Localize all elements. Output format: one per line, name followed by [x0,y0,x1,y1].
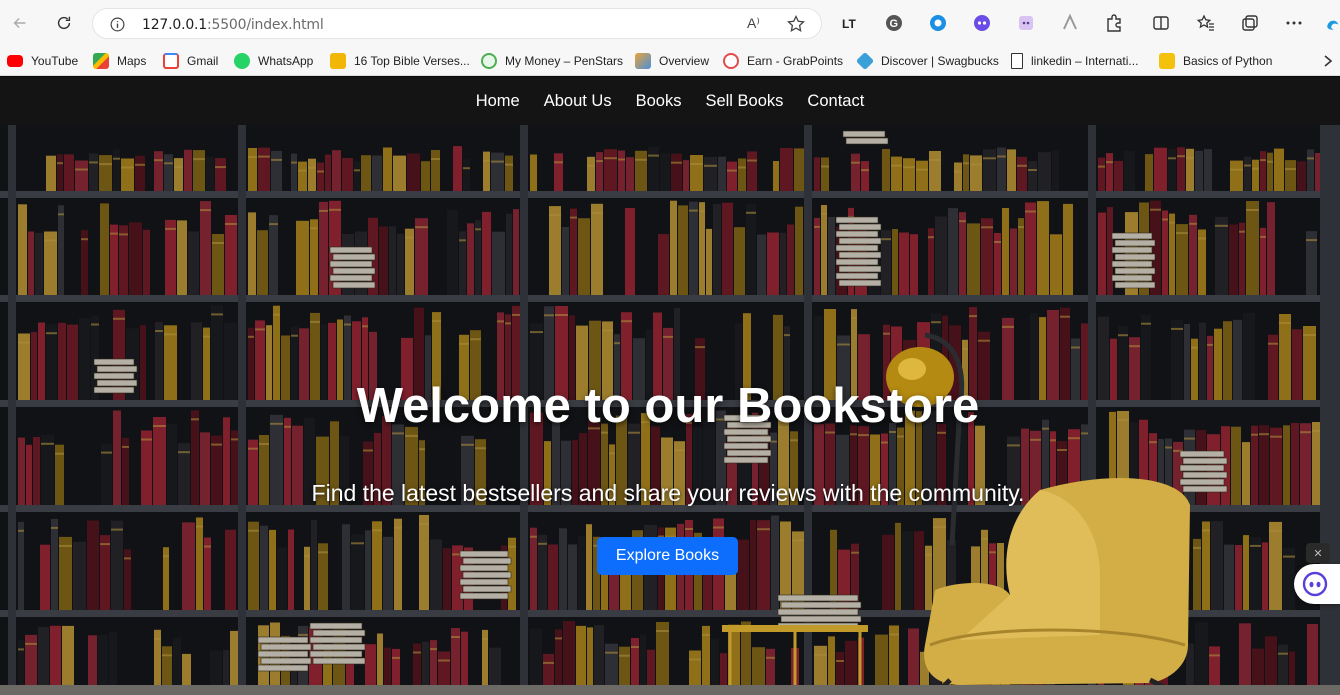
url-text: 127.0.0.1:5500/index.html [142,17,324,33]
edge-sidebar-icon[interactable] [1324,13,1340,33]
browser-toolbar: 127.0.0.1:5500/index.html A⁾ LT G [0,0,1340,46]
bible-verses-icon [330,53,346,69]
extension-grammarly-icon[interactable]: G [884,13,904,33]
bookmark-overview[interactable]: Overview [635,51,709,71]
bookmark-basics-python[interactable]: Basics of Python [1159,51,1272,71]
nav-home[interactable]: Home [476,92,520,111]
refresh-button[interactable] [50,9,78,37]
back-arrow-icon [13,17,26,29]
info-icon[interactable] [109,16,126,33]
bookmark-youtube[interactable]: YouTube [7,51,78,71]
bookmark-whatsapp[interactable]: WhatsApp [234,51,313,71]
explore-books-button[interactable]: Explore Books [597,537,738,575]
widget-close-icon[interactable]: ✕ [1306,543,1330,563]
overview-icon [635,53,651,69]
more-options-icon[interactable] [1284,13,1304,33]
favorite-star-icon[interactable] [786,14,806,34]
bookmark-maps[interactable]: Maps [93,51,146,71]
bookmark-gmail[interactable]: Gmail [163,51,218,71]
copilot-face-icon [1302,571,1328,597]
bookmarks-bar: YouTube Maps Gmail WhatsApp 16 Top Bible… [0,46,1340,76]
bookmark-bible-verses[interactable]: 16 Top Bible Verses... [330,51,470,71]
site-navbar: Home About Us Books Sell Books Contact [0,77,1340,125]
nav-sell-books[interactable]: Sell Books [705,92,783,111]
bookmark-swagbucks[interactable]: Discover | Swagbucks [855,51,999,71]
svg-text:G: G [890,18,899,30]
whatsapp-icon [234,53,250,69]
maps-icon [93,53,109,69]
nav-about-us[interactable]: About Us [544,92,612,111]
collections-icon[interactable] [1240,13,1260,33]
hero-subtitle: Find the latest bestsellers and share yo… [311,480,1025,506]
split-screen-icon[interactable] [1151,13,1171,33]
extension-lt-icon[interactable]: LT [840,13,860,33]
bookmark-penstars[interactable]: My Money – PenStars [481,51,623,71]
bookmark-linkedin[interactable]: linkedin – Internati... [1011,51,1138,71]
grabpoints-icon [723,53,739,69]
bookmark-grabpoints[interactable]: Earn - GrabPoints [723,51,843,71]
svg-text:LT: LT [842,17,856,31]
penstars-icon [481,53,497,69]
read-aloud-icon[interactable]: A⁾ [747,15,760,32]
swagbucks-icon [855,51,875,71]
back-button[interactable] [6,9,34,37]
extensions-puzzle-icon[interactable] [1104,13,1124,33]
nav-contact[interactable]: Contact [807,92,864,111]
hero-title: Welcome to our Bookstore [356,379,980,433]
extension-blue-icon[interactable] [928,13,948,33]
extension-arrow-icon[interactable] [1060,13,1080,33]
address-bar[interactable]: 127.0.0.1:5500/index.html A⁾ [92,8,822,39]
nav-books[interactable]: Books [636,92,682,111]
extension-copilot-icon[interactable] [972,13,992,33]
page-icon [1011,53,1023,69]
hero-section: Welcome to our Bookstore Find the latest… [0,125,1340,695]
python-notes-icon [1159,53,1175,69]
copilot-widget[interactable] [1294,564,1340,604]
refresh-icon [57,16,71,30]
gmail-icon [163,53,179,69]
chevron-right-icon[interactable] [1322,54,1334,68]
extension-cat-icon[interactable] [1016,13,1036,33]
youtube-icon [7,55,23,67]
favorites-icon[interactable] [1196,13,1216,33]
